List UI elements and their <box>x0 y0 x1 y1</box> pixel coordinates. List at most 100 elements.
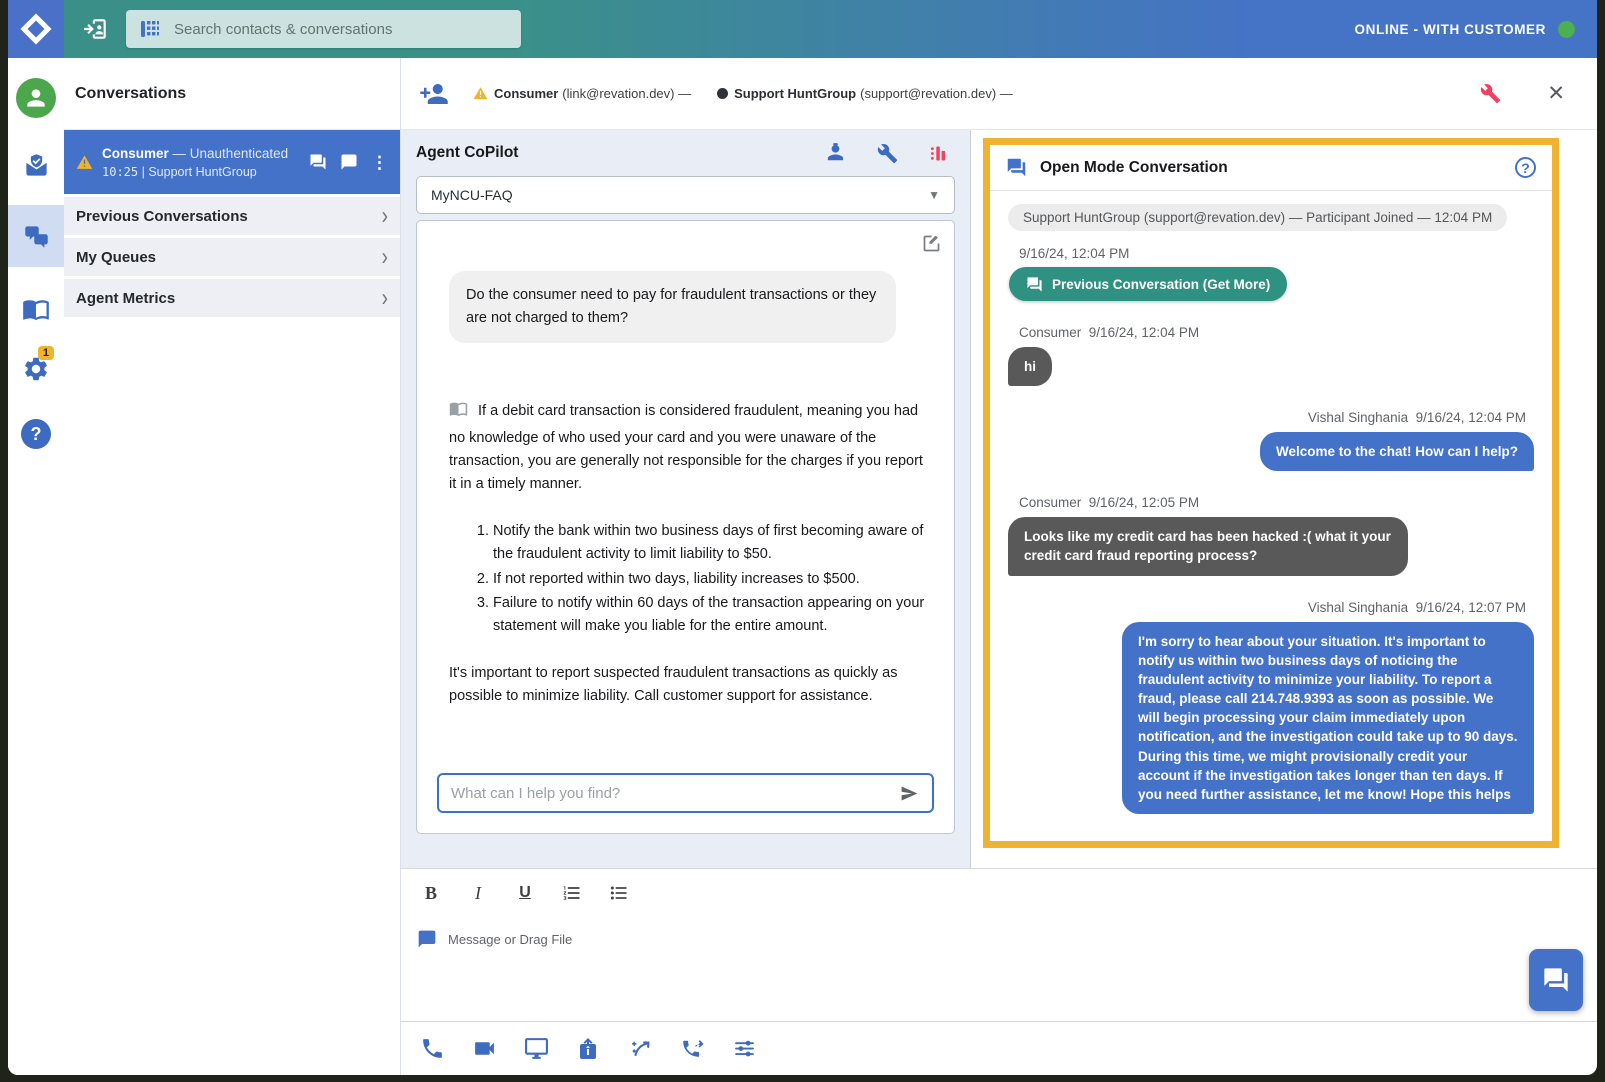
answer-step: Failure to notify within 60 days of the … <box>493 592 932 638</box>
open-mode-header: Open Mode Conversation ? <box>990 145 1552 191</box>
message-composer: B I U <box>401 868 1597 1075</box>
import-contacts-button[interactable] <box>76 9 116 49</box>
message-group: Vishal Singhania 9/16/24, 12:07 PM I'm s… <box>1008 600 1534 814</box>
agent-profile-icon[interactable] <box>824 142 847 165</box>
chat-icon[interactable] <box>340 153 358 171</box>
status-online-dot <box>1558 21 1575 38</box>
numbered-list-button[interactable] <box>558 881 586 905</box>
search-bar[interactable] <box>126 10 521 48</box>
message-input-area[interactable]: Message or Drag File <box>401 929 1597 949</box>
previous-conversation-button[interactable]: Previous Conversation (Get More) <box>1009 267 1287 301</box>
tools-alert-button[interactable] <box>1480 83 1501 104</box>
conversations-title: Conversations <box>75 85 186 103</box>
previous-conversation-label: Previous Conversation (Get More) <box>1052 277 1270 292</box>
participant-consumer-address: (link@revation.dev) — <box>562 86 691 101</box>
italic-button[interactable]: I <box>464 881 492 905</box>
app-logo <box>8 0 64 58</box>
open-mode-title: Open Mode Conversation <box>1040 159 1515 177</box>
more-options-icon[interactable]: ⋮ <box>371 154 388 171</box>
conversations-panel: Conversations Consumer — Unauthenticated… <box>64 58 401 1075</box>
message-time: 9/16/24, 12:04 PM <box>1089 325 1199 340</box>
conversation-name: Consumer <box>102 146 169 161</box>
diamond-logo-icon <box>20 13 51 44</box>
analytics-chart-icon[interactable] <box>928 143 949 164</box>
sidebar-item-previous-conversations[interactable]: Previous Conversations › <box>64 197 400 235</box>
copilot-answer-outro: It's important to report suspected fraud… <box>449 662 932 708</box>
answer-step: Notify the bank within two business days… <box>493 520 932 566</box>
copilot-search-input[interactable] <box>451 785 899 802</box>
open-mode-chat-icon <box>1026 276 1043 293</box>
message-time: 9/16/24, 12:07 PM <box>1416 600 1526 615</box>
copilot-title: Agent CoPilot <box>416 144 824 162</box>
copilot-conversation: Do the consumer need to pay for fraudule… <box>416 220 955 834</box>
system-event-pill: Support HuntGroup (support@revation.dev)… <box>1008 204 1507 231</box>
chevron-right-icon: › <box>382 204 388 229</box>
call-actions-toolbar <box>401 1021 1597 1075</box>
conversation-timer: 10:25 <box>102 165 138 179</box>
agent-status[interactable]: ONLINE - WITH CUSTOMER <box>1355 21 1575 38</box>
contact-import-icon <box>83 16 109 42</box>
sidebar-item-agent-metrics[interactable]: Agent Metrics › <box>64 279 400 317</box>
format-toolbar: B I U <box>401 869 1597 905</box>
section-label: Agent Metrics <box>76 290 382 307</box>
message-time: 9/16/24, 12:04 PM <box>1416 410 1526 425</box>
new-copilot-chat-button[interactable] <box>921 233 942 254</box>
nav-help[interactable]: ? <box>21 419 51 449</box>
session-timestamp: 9/16/24, 12:04 PM <box>1019 246 1534 261</box>
knowledge-source-icon <box>449 399 468 426</box>
app-window: ONLINE - WITH CUSTOMER <box>8 0 1597 1075</box>
open-mode-chat-icon <box>1006 157 1027 178</box>
close-conversation-button[interactable]: ✕ <box>1547 83 1565 104</box>
nav-settings[interactable]: 1 <box>22 355 50 383</box>
settings-sliders-button[interactable] <box>729 1034 759 1064</box>
ai-assist-button[interactable] <box>625 1034 655 1064</box>
message-bubble: I'm sorry to hear about your situation. … <box>1122 622 1534 814</box>
bulleted-list-button[interactable] <box>605 881 633 905</box>
open-mode-toggle-button[interactable] <box>1529 949 1583 1011</box>
participant-support-address: (support@revation.dev) — <box>860 86 1013 101</box>
message-input-placeholder: Message or Drag File <box>448 932 572 947</box>
conversation-header: Consumer (link@revation.dev) — Support H… <box>401 58 1597 130</box>
message-sender: Consumer <box>1019 495 1081 510</box>
nav-knowledge-base[interactable] <box>22 295 50 323</box>
message-time: 9/16/24, 12:05 PM <box>1089 495 1199 510</box>
bold-button[interactable]: B <box>417 881 445 905</box>
knowledge-base-select[interactable]: MyNCU-FAQ ▼ <box>416 176 955 214</box>
message-group: Consumer 9/16/24, 12:05 PM Looks like my… <box>1008 495 1534 575</box>
copilot-search-box[interactable] <box>437 773 934 813</box>
nav-conversations[interactable] <box>8 205 64 267</box>
separator: | <box>142 165 145 179</box>
send-icon[interactable] <box>899 783 920 804</box>
underline-button[interactable]: U <box>511 881 539 905</box>
copilot-user-question: Do the consumer need to pay for fraudule… <box>449 271 896 343</box>
video-call-button[interactable] <box>469 1034 499 1064</box>
top-bar: ONLINE - WITH CUSTOMER <box>8 0 1597 58</box>
sidebar-item-my-queues[interactable]: My Queues › <box>64 238 400 276</box>
add-participant-button[interactable] <box>419 79 449 109</box>
conversations-header: Conversations <box>64 58 400 130</box>
open-mode-chat-icon[interactable] <box>309 153 327 171</box>
message-sender: Vishal Singhania <box>1308 410 1408 425</box>
help-outline-icon[interactable]: ? <box>1515 157 1536 178</box>
voice-call-button[interactable] <box>417 1034 447 1064</box>
agent-status-label: ONLINE - WITH CUSTOMER <box>1355 22 1546 37</box>
share-file-button[interactable] <box>573 1034 603 1064</box>
participant-consumer-name: Consumer <box>494 86 558 101</box>
transfer-call-button[interactable] <box>677 1034 707 1064</box>
dialpad-icon <box>138 17 162 41</box>
settings-badge: 1 <box>38 346 54 360</box>
message-bubble: Welcome to the chat! How can I help? <box>1260 432 1534 471</box>
nav-inbox-tasks[interactable] <box>23 152 50 179</box>
participant-dot-icon <box>717 88 728 99</box>
screen-share-button[interactable] <box>521 1034 551 1064</box>
user-avatar[interactable] <box>16 78 56 118</box>
conversation-item-selected[interactable]: Consumer — Unauthenticated 10:25 | Suppo… <box>64 130 400 194</box>
message-bubble: hi <box>1008 347 1052 386</box>
open-mode-column: Open Mode Conversation ? Support HuntGro… <box>971 130 1597 868</box>
book-icon <box>22 295 50 323</box>
conversation-item-info: Consumer — Unauthenticated 10:25 | Suppo… <box>102 146 309 179</box>
open-mode-panel: Open Mode Conversation ? Support HuntGro… <box>983 138 1559 848</box>
message-sender: Vishal Singhania <box>1308 600 1408 615</box>
search-input[interactable] <box>174 21 509 38</box>
copilot-tools-icon[interactable] <box>877 143 898 164</box>
